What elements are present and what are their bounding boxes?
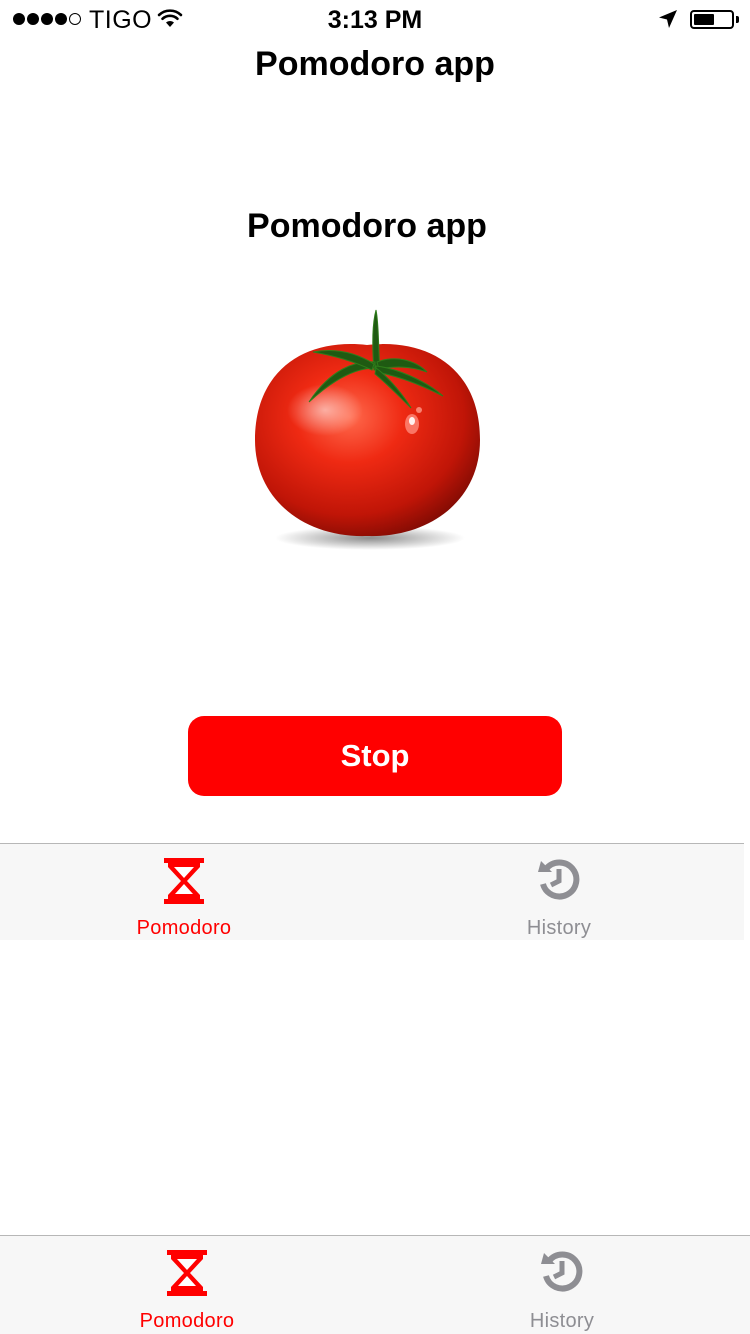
tab-label-history: History [526,917,592,939]
stop-button[interactable]: Stop [188,716,562,796]
root-tab-bar: Pomodoro History [0,1235,750,1334]
history-clock-icon [537,858,581,907]
battery-tip [736,16,739,23]
nav-title: Pomodoro app [255,45,495,83]
history-clock-icon [540,1250,584,1299]
tab-history[interactable]: History [459,844,659,940]
tab-pomodoro[interactable]: Pomodoro [87,1236,287,1334]
hourglass-icon [166,1250,208,1301]
tab-label-pomodoro: Pomodoro [136,917,232,939]
status-bar: TIGO 3:13 PM [0,0,750,40]
tab-label-history: History [529,1310,595,1332]
tab-bar: Pomodoro History [0,843,744,940]
location-arrow-icon [658,9,678,34]
tab-label-pomodoro: Pomodoro [139,1310,235,1332]
tab-history[interactable]: History [462,1236,662,1334]
tab-pomodoro[interactable]: Pomodoro [84,844,284,940]
page-heading: Pomodoro app [247,207,487,245]
hourglass-icon [163,858,205,909]
battery-icon [690,10,734,29]
tomato-image [245,300,490,560]
status-time: 3:13 PM [327,6,423,34]
